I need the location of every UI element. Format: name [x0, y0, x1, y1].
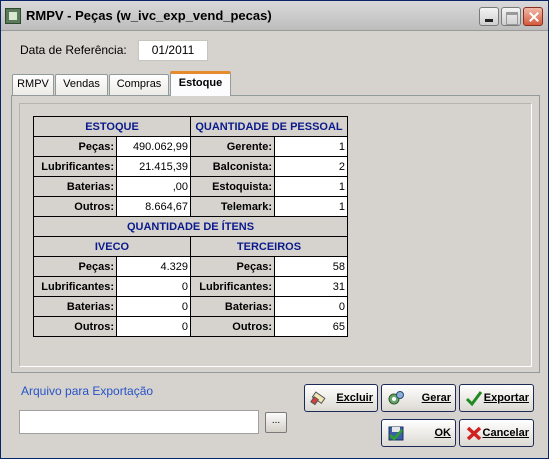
gerar-label: Gerar [421, 392, 451, 404]
excluir-button[interactable]: Excluir [304, 384, 378, 412]
pessoal-label: Estoquista: [190, 176, 275, 197]
iveco-label: Baterias: [33, 296, 117, 317]
estoque-value-field[interactable]: 21.415,39 [116, 156, 191, 177]
estoque-value-field[interactable]: 490.062,99 [116, 136, 191, 157]
iveco-header: IVECO [33, 236, 191, 257]
estoque-header: ESTOQUE [33, 116, 191, 137]
pessoal-value-field[interactable]: 1 [274, 196, 348, 217]
iveco-label: Peças: [33, 256, 117, 277]
tab-rmpv[interactable]: RMPV [12, 74, 54, 95]
estoque-value-field[interactable]: ,00 [116, 176, 191, 197]
terceiros-header: TERCEIROS [190, 236, 348, 257]
pessoal-value-field[interactable]: 2 [274, 156, 348, 177]
main-window: RMPV - Peças (w_ivc_exp_vend_pecas) Data… [0, 0, 549, 459]
table-row: Outros: 0 Outros: 65 [33, 316, 348, 337]
itens-header: QUANTIDADE DE ÍTENS [33, 216, 348, 237]
exportar-label: Exportar [483, 392, 529, 404]
table-row: Baterias: 0 Baterias: 0 [33, 296, 348, 317]
export-file-label: Arquivo para Exportação [21, 384, 154, 398]
iveco-label: Lubrificantes: [33, 276, 117, 297]
iveco-value-field[interactable]: 0 [116, 276, 191, 297]
minimize-button[interactable] [479, 7, 499, 26]
tab-compras[interactable]: Compras [109, 74, 169, 95]
cancelar-label: Cancelar [482, 427, 529, 439]
window-title: RMPV - Peças (w_ivc_exp_vend_pecas) [26, 8, 272, 23]
pessoal-label: Balconista: [190, 156, 275, 177]
title-bar[interactable]: RMPV - Peças (w_ivc_exp_vend_pecas) [1, 1, 548, 31]
terceiros-label: Outros: [190, 316, 275, 337]
terceiros-label: Baterias: [190, 296, 275, 317]
terceiros-value-field[interactable]: 58 [274, 256, 348, 277]
maximize-button[interactable] [501, 7, 521, 26]
gears-icon [388, 391, 404, 405]
estoque-label: Peças: [33, 136, 117, 157]
terceiros-label: Peças: [190, 256, 275, 277]
excluir-label: Excluir [336, 392, 373, 404]
pessoal-value-field[interactable]: 1 [274, 136, 348, 157]
tab-vendas[interactable]: Vendas [55, 74, 108, 95]
save-icon [388, 426, 404, 441]
table-row: Peças: 4.329 Peças: 58 [33, 256, 348, 277]
eraser-icon [310, 391, 326, 406]
cancelar-button[interactable]: Cancelar [459, 419, 534, 447]
table-row: Lubrificantes: 21.415,39 Balconista: 2 [33, 156, 348, 177]
gerar-button[interactable]: Gerar [381, 384, 456, 412]
pessoal-value-field[interactable]: 1 [274, 176, 348, 197]
table-row: Baterias: ,00 Estoquista: 1 [33, 176, 348, 197]
exportar-button[interactable]: Exportar [459, 384, 534, 412]
ok-button[interactable]: OK [381, 419, 456, 447]
terceiros-value-field[interactable]: 65 [274, 316, 348, 337]
iveco-value-field[interactable]: 4.329 [116, 256, 191, 277]
terceiros-value-field[interactable]: 31 [274, 276, 348, 297]
pessoal-header: QUANTIDADE DE PESSOAL [190, 116, 348, 137]
terceiros-value-field[interactable]: 0 [274, 296, 348, 317]
cancel-x-icon [466, 426, 482, 441]
export-file-input[interactable] [19, 410, 259, 434]
table-row: Lubrificantes: 0 Lubrificantes: 31 [33, 276, 348, 297]
ok-label: OK [434, 427, 452, 439]
table-row: Peças: 490.062,99 Gerente: 1 [33, 136, 348, 157]
estoque-label: Baterias: [33, 176, 117, 197]
table-row: Outros: 8.664,67 Telemark: 1 [33, 196, 348, 217]
estoque-label: Outros: [33, 196, 117, 217]
pessoal-label: Gerente: [190, 136, 275, 157]
stock-table: ESTOQUE QUANTIDADE DE PESSOAL Peças: 490… [33, 116, 348, 337]
iveco-value-field[interactable]: 0 [116, 296, 191, 317]
terceiros-label: Lubrificantes: [190, 276, 275, 297]
checkmark-icon [465, 391, 483, 407]
app-icon [5, 8, 21, 24]
close-button[interactable] [523, 7, 543, 26]
browse-button[interactable]: ... [265, 412, 287, 433]
estoque-label: Lubrificantes: [33, 156, 117, 177]
estoque-value-field[interactable]: 8.664,67 [116, 196, 191, 217]
pessoal-label: Telemark: [190, 196, 275, 217]
reference-date-label: Data de Referência: [20, 43, 127, 57]
tab-estoque[interactable]: Estoque [170, 71, 231, 96]
reference-date-field[interactable]: 01/2011 [138, 40, 208, 61]
iveco-label: Outros: [33, 316, 117, 337]
iveco-value-field[interactable]: 0 [116, 316, 191, 337]
